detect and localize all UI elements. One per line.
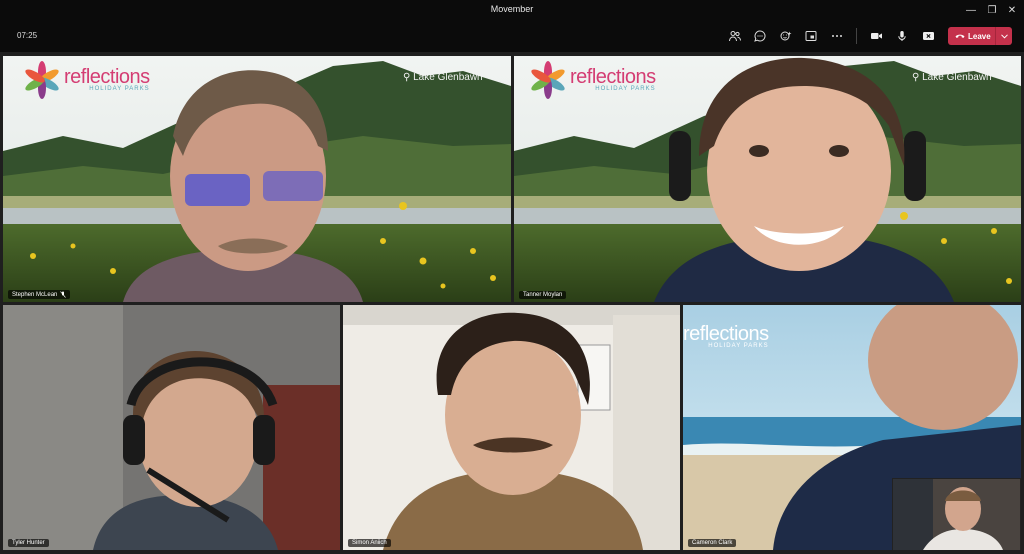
leave-button[interactable]: Leave	[948, 27, 1012, 45]
leave-label: Leave	[968, 31, 991, 41]
participant-tile-simon[interactable]: Simon Aniich	[343, 305, 680, 550]
participant-tile-stephen[interactable]: reflections HOLIDAY PARKS ⚲ Lake Glenbaw…	[3, 56, 511, 302]
meeting-timer: 07:25	[17, 31, 38, 40]
participant-video-simon	[343, 305, 680, 550]
participant-name-tag: Tyler Hunter	[8, 539, 49, 547]
participant-tile-tyler[interactable]: Tyler Hunter	[3, 305, 340, 550]
title-bar: Movember — ❐ ✕	[0, 0, 1024, 20]
toolbar-divider	[856, 28, 857, 44]
pin-icon: ⚲	[403, 72, 411, 83]
window-title: Movember	[490, 4, 534, 14]
hangup-icon	[955, 34, 965, 38]
view-icon[interactable]	[803, 28, 819, 44]
chevron-down-icon[interactable]	[995, 27, 1012, 45]
participant-video-tyler	[3, 305, 340, 550]
close-icon[interactable]: ✕	[998, 0, 1024, 20]
more-icon[interactable]	[829, 28, 845, 44]
brand-logo: reflections HOLIDAY PARKS	[683, 323, 769, 349]
share-icon[interactable]	[920, 28, 936, 44]
reactions-icon[interactable]	[778, 28, 794, 44]
participant-tile-cameron[interactable]: reflections HOLIDAY PARKS Cameron Clark	[683, 305, 1021, 550]
flower-logo-icon	[531, 61, 565, 99]
mic-icon[interactable]	[894, 28, 910, 44]
participant-name-tag: Tanner Moylan	[519, 291, 567, 299]
participant-video-stephen	[123, 70, 363, 302]
location-label: ⚲ Lake Glenbawn	[403, 72, 483, 83]
brand-name: reflections	[683, 323, 769, 345]
participant-video-tanner	[654, 57, 954, 302]
self-view-image	[893, 479, 1020, 550]
participant-name-tag: Stephen McLean	[8, 290, 71, 299]
mic-off-icon	[60, 291, 67, 298]
brand-name: reflections	[570, 66, 656, 88]
people-icon[interactable]	[727, 28, 743, 44]
flower-logo-icon	[25, 61, 59, 99]
participant-name-tag: Cameron Clark	[688, 539, 737, 547]
chat-icon[interactable]	[752, 28, 768, 44]
camera-icon[interactable]	[868, 28, 884, 44]
meeting-toolbar: 07:25 Leave	[0, 20, 1024, 52]
brand-logo: reflections HOLIDAY PARKS	[529, 61, 656, 99]
participant-tile-tanner[interactable]: reflections HOLIDAY PARKS ⚲ Lake Glenbaw…	[514, 56, 1021, 302]
self-view-video[interactable]	[892, 478, 1021, 550]
participant-name-tag: Simon Aniich	[348, 539, 391, 547]
